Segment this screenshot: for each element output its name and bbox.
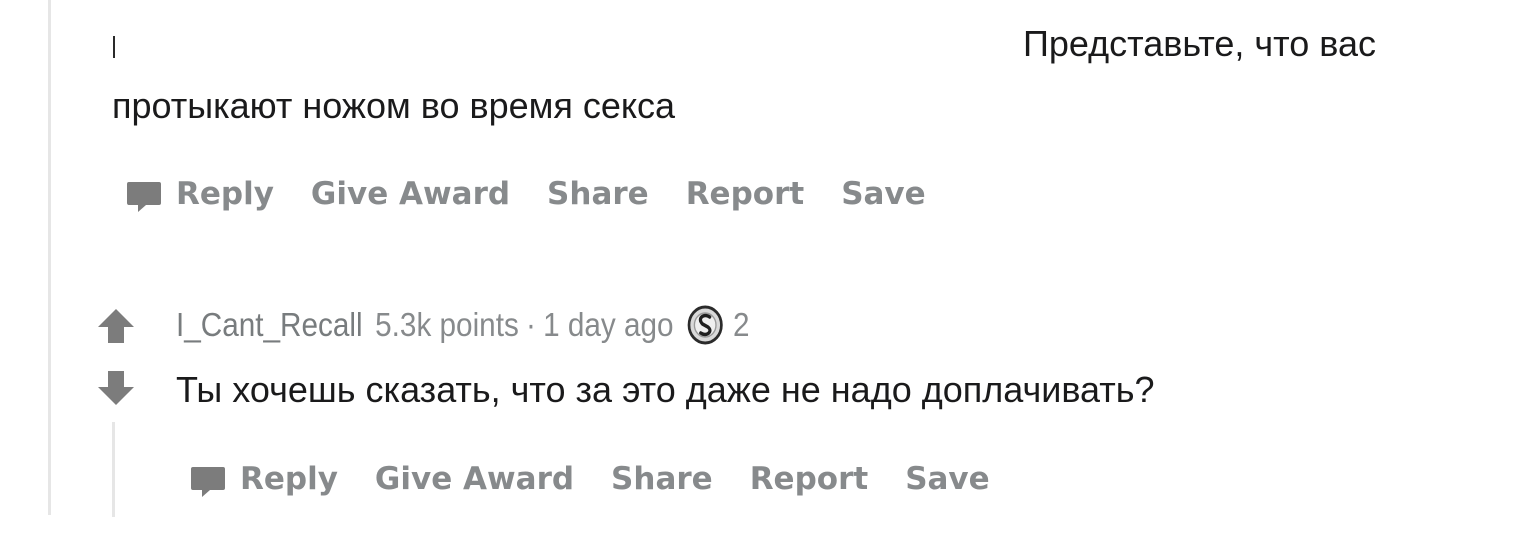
give-award-button[interactable]: Give Award <box>375 461 574 497</box>
silver-award-icon[interactable] <box>686 304 724 346</box>
award-count: 2 <box>732 306 750 343</box>
author-link[interactable]: I_Cant_Recall <box>176 306 363 344</box>
report-button[interactable]: Report <box>750 461 869 497</box>
upvote-arrow-icon <box>98 309 134 343</box>
comment-bubble-icon <box>124 176 164 216</box>
parent-comment-body-line1: Представьте, что вас <box>1023 23 1377 64</box>
reply-comment-actions: Reply Give Award Share Report Save <box>188 457 1027 501</box>
report-button[interactable]: Report <box>686 176 805 212</box>
save-button[interactable]: Save <box>841 176 925 212</box>
thread-line-nested[interactable] <box>112 422 115 517</box>
thread-line[interactable] <box>48 0 51 515</box>
give-award-button[interactable]: Give Award <box>311 176 510 212</box>
share-button[interactable]: Share <box>547 176 649 212</box>
reply-button[interactable]: Reply <box>188 457 338 501</box>
reply-button[interactable]: Reply <box>124 172 274 216</box>
redaction-edge <box>113 36 115 58</box>
comment-age[interactable]: 1 day ago <box>543 306 673 344</box>
redacted-area <box>112 4 1017 82</box>
downvote-arrow-icon <box>98 371 134 405</box>
comment-meta: I_Cant_Recall 5.3k points · 1 day ago 2 <box>176 304 749 346</box>
reply-comment-body: Ты хочешь сказать, что за это даже не на… <box>176 369 1155 410</box>
save-button[interactable]: Save <box>905 461 989 497</box>
share-button[interactable]: Share <box>611 461 713 497</box>
comment-bubble-icon <box>188 461 228 501</box>
parent-comment-body-line2: протыкают ножом во время секса <box>112 85 676 126</box>
upvote-button[interactable] <box>96 306 136 346</box>
meta-separator: · <box>526 306 536 343</box>
reply-label: Reply <box>176 176 274 212</box>
points-count: 5.3k points <box>375 306 519 343</box>
parent-comment-actions: Reply Give Award Share Report Save <box>124 172 963 216</box>
downvote-button[interactable] <box>96 368 136 408</box>
reply-label: Reply <box>240 461 338 497</box>
